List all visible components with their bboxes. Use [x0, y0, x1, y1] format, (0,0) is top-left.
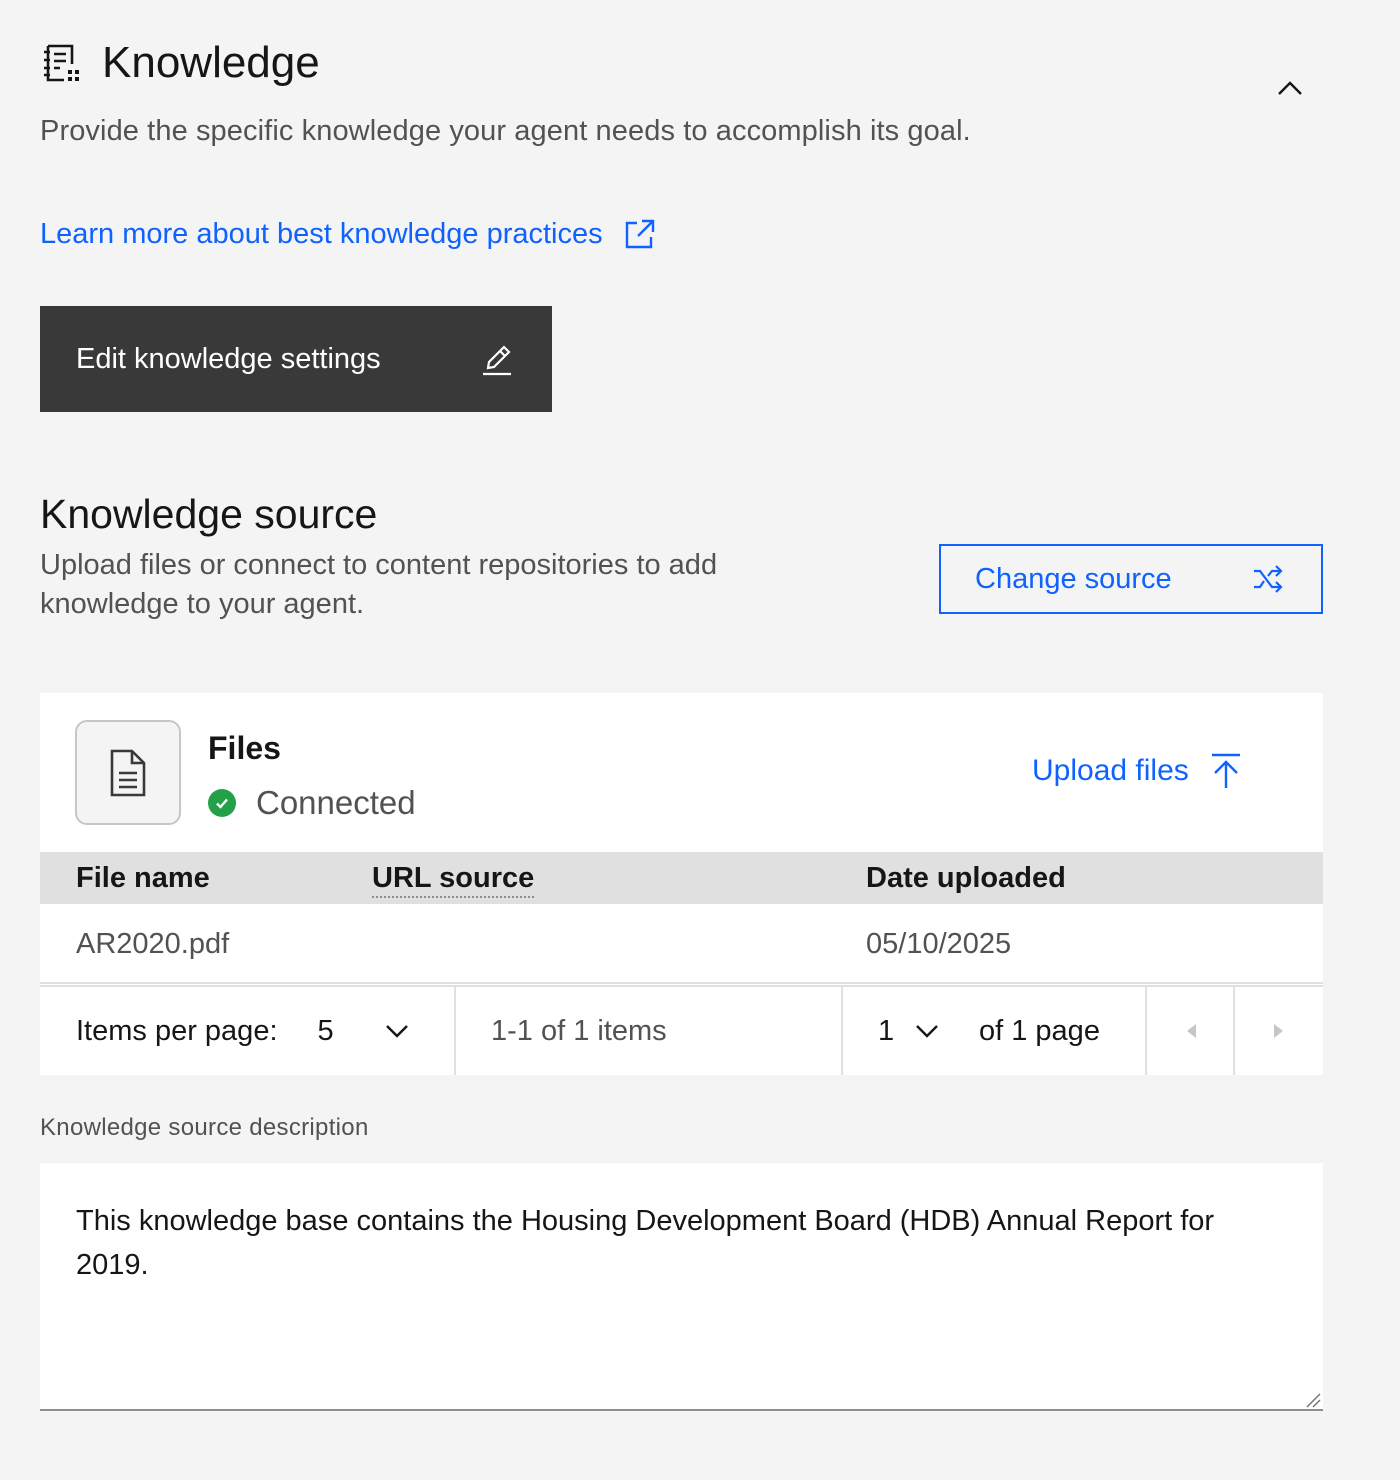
knowledge-source-title: Knowledge source — [40, 491, 378, 537]
pagination-divider — [454, 987, 456, 1075]
document-icon — [110, 749, 146, 796]
knowledge-icon — [40, 42, 82, 84]
edit-button-label: Edit knowledge settings — [76, 342, 381, 375]
items-per-page-value: 5 — [317, 1015, 334, 1047]
column-header-date-uploaded[interactable]: Date uploaded — [866, 860, 1066, 896]
upload-icon — [1211, 753, 1240, 788]
next-page-button[interactable] — [1235, 987, 1323, 1075]
edit-knowledge-settings-button[interactable]: Edit knowledge settings — [40, 306, 552, 412]
change-source-label: Change source — [975, 562, 1172, 595]
shuffle-icon — [1254, 565, 1283, 593]
items-per-page-select[interactable]: Items per page: 5 — [76, 1012, 410, 1050]
connection-status: Connected — [208, 784, 416, 822]
checkmark-circle-icon — [208, 789, 236, 817]
files-title: Files — [208, 730, 281, 766]
column-header-url-source[interactable]: URL source — [372, 860, 535, 898]
page-select[interactable]: 1 — [878, 1012, 940, 1050]
section-description: Provide the specific knowledge your agen… — [40, 115, 971, 147]
column-header-file-name[interactable]: File name — [76, 860, 210, 896]
external-link-icon — [625, 219, 654, 249]
knowledge-source-description: Upload files or connect to content repos… — [40, 549, 718, 620]
description-field-label: Knowledge source description — [40, 1114, 369, 1141]
change-source-button[interactable]: Change source — [939, 544, 1323, 614]
previous-page-button[interactable] — [1147, 987, 1235, 1075]
description-textarea-value: This knowledge base contains the Housing… — [76, 1205, 1215, 1281]
pagination-divider — [841, 987, 843, 1075]
upload-files-label: Upload files — [1032, 754, 1189, 787]
description-textarea[interactable]: This knowledge base contains the Housing… — [40, 1163, 1323, 1411]
page-select-value: 1 — [878, 1015, 895, 1047]
caret-left-icon — [1187, 1024, 1196, 1038]
collapse-button[interactable] — [1270, 70, 1310, 106]
section-title: Knowledge — [102, 38, 320, 87]
upload-files-button[interactable]: Upload files — [1032, 752, 1243, 790]
learn-more-label: Learn more about best knowledge practice… — [40, 218, 603, 250]
table-header — [40, 852, 1323, 904]
resize-handle-icon[interactable] — [1305, 1392, 1321, 1408]
learn-more-link[interactable]: Learn more about best knowledge practice… — [40, 214, 657, 254]
file-type-tile — [75, 720, 181, 825]
cell-file-name: AR2020.pdf — [76, 928, 230, 960]
cell-date-uploaded: 05/10/2025 — [866, 928, 1012, 960]
items-per-page-label: Items per page: — [76, 1015, 278, 1047]
page-total-text: of 1 page — [979, 1015, 1100, 1047]
edit-pencil-icon — [483, 345, 511, 376]
chevron-up-icon — [1278, 81, 1302, 95]
chevron-down-icon — [916, 1025, 938, 1038]
caret-right-icon — [1274, 1024, 1283, 1038]
items-range-text: 1-1 of 1 items — [491, 1015, 667, 1047]
table-row[interactable] — [40, 904, 1323, 984]
chevron-down-icon — [385, 1025, 408, 1038]
status-text: Connected — [256, 784, 416, 821]
